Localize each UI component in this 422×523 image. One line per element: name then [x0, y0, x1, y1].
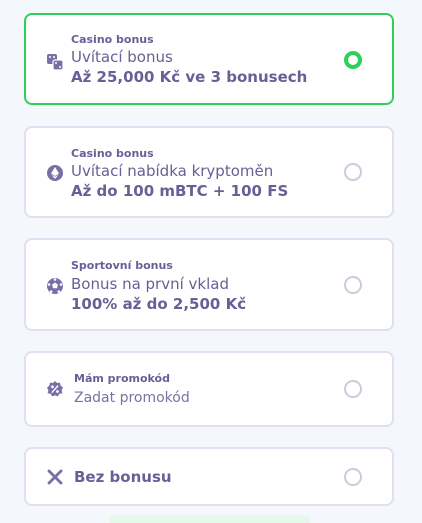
option-label: Casino bonus: [71, 33, 154, 46]
option-label: Mám promokód: [74, 372, 170, 385]
radio-button[interactable]: [344, 163, 362, 181]
option-title: Uvítací bonus: [71, 48, 173, 66]
option-label: Casino bonus: [71, 147, 154, 160]
option-subtitle: Až do 100 mBTC + 100 FS: [71, 182, 289, 200]
x-icon: [46, 468, 64, 486]
promo-code-input[interactable]: Zadat promokód: [74, 390, 190, 406]
soccer-ball-icon: [46, 277, 64, 295]
radio-button[interactable]: [344, 276, 362, 294]
ethereum-icon: [46, 164, 64, 182]
option-subtitle: 100% až do 2,500 Kč: [71, 295, 247, 313]
bonus-option-none[interactable]: Bez bonusu: [24, 447, 394, 506]
radio-button[interactable]: [344, 51, 362, 69]
bonus-option-casino-welcome[interactable]: Casino bonus Uvítací bonus Až 25,000 Kč …: [24, 13, 394, 105]
radio-button[interactable]: [344, 380, 362, 398]
option-title: Bez bonusu: [74, 468, 172, 486]
bonus-option-promo-code[interactable]: Mám promokód Zadat promokód: [24, 351, 394, 427]
option-label: Sportovní bonus: [71, 259, 173, 272]
radio-button[interactable]: [344, 468, 362, 486]
bottom-glow: [110, 515, 310, 523]
bonus-option-crypto-welcome[interactable]: Casino bonus Uvítací nabídka kryptoměn A…: [24, 126, 394, 218]
percent-badge-icon: [46, 380, 64, 398]
dice-icon: [46, 53, 64, 71]
option-title: Uvítací nabídka kryptoměn: [71, 162, 274, 180]
bonus-option-sports-first-deposit[interactable]: Sportovní bonus Bonus na první vklad 100…: [24, 238, 394, 331]
option-title: Bonus na první vklad: [71, 275, 229, 293]
option-subtitle: Až 25,000 Kč ve 3 bonusech: [71, 68, 308, 86]
